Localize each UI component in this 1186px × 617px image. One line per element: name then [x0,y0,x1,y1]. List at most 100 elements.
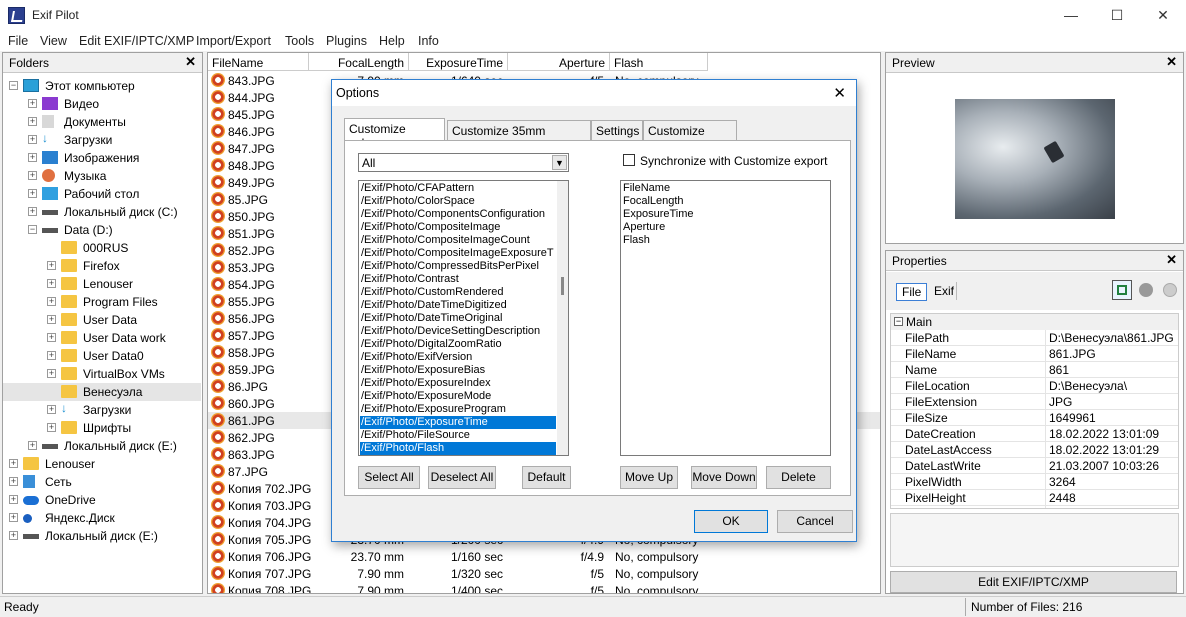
tree-item[interactable]: + User Data work [3,329,201,347]
column-header-aperture[interactable]: Aperture [508,53,610,71]
file-row[interactable]: Копия 707.JPG 7.90 mm 1/320 sec f/5 No, comp… [208,565,880,582]
available-field-item[interactable]: /Exif/Photo/ExposureProgram [361,403,506,416]
tree-item[interactable]: − Data (D:) [3,221,201,239]
menu-help[interactable]: Help [379,34,405,48]
selected-column-item[interactable]: ExposureTime [623,208,694,221]
tab-file[interactable]: File [896,283,928,301]
list-scrollbar[interactable] [557,181,568,455]
tree-item[interactable]: + Lenouser [3,275,201,293]
tree-item[interactable]: + Локальный диск (E:) [3,437,201,455]
selected-column-item[interactable]: Aperture [623,221,665,234]
menu-file[interactable]: File [8,34,28,48]
tree-item[interactable]: + ↓ Загрузки [3,401,201,419]
tab-customize-35mm[interactable]: Customize 35mm equivalent [447,120,591,152]
selected-columns-list[interactable]: FileName FocalLength ExposureTime Aperture F… [620,180,831,456]
tree-item[interactable]: − Этот компьютер [3,77,201,95]
column-header-filename[interactable]: FileName [208,53,309,71]
expand-icon[interactable]: + [28,153,37,162]
expand-icon[interactable]: + [47,279,56,288]
available-field-item[interactable]: /Exif/Photo/CFAPattern [361,182,474,195]
tree-item[interactable]: + User Data [3,311,201,329]
expand-icon[interactable]: + [28,99,37,108]
tree-item[interactable]: + Firefox [3,257,201,275]
expand-icon[interactable]: + [28,117,37,126]
expand-icon[interactable]: + [9,477,18,486]
scrollbar-thumb[interactable] [561,277,564,295]
column-header-exposuretime[interactable]: ExposureTime [409,53,508,71]
tree-item[interactable]: + Документы [3,113,201,131]
available-field-item[interactable]: /Exif/Photo/ExposureBias [361,364,485,377]
sync-checkbox[interactable] [623,154,635,166]
gray-circle-icon[interactable] [1136,280,1156,300]
column-header-flash[interactable]: Flash [610,53,708,71]
available-field-item[interactable]: /Exif/Photo/ExposureTime [360,416,556,429]
available-field-item[interactable]: /Exif/Photo/CustomRendered [361,286,503,299]
menu-edit-exif[interactable]: Edit EXIF/IPTC/XMP [79,34,194,48]
property-row[interactable]: FileLocation D:\Венесуэла\ [891,378,1178,394]
available-field-item[interactable]: /Exif/Photo/CompressedBitsPerPixel [361,260,539,273]
collapse-icon[interactable]: − [9,81,18,90]
tab-customize-export[interactable]: Customize export [643,120,737,152]
available-field-item[interactable]: /Exif/Photo/FileSource [361,429,470,442]
file-row[interactable]: Копия 706.JPG 23.70 mm 1/160 sec f/4.9 No, c… [208,548,880,565]
expand-icon[interactable]: + [47,333,56,342]
properties-close-icon[interactable]: ✕ [1166,252,1177,268]
collapse-icon[interactable]: − [894,317,903,326]
property-row[interactable]: DateCreation 18.02.2022 13:01:09 [891,426,1178,442]
selected-column-item[interactable]: FocalLength [623,195,684,208]
available-field-item[interactable]: /Exif/Photo/ExifVersion [361,351,472,364]
close-window-button[interactable]: ✕ [1140,0,1186,31]
minimize-button[interactable]: — [1048,0,1094,31]
property-row[interactable]: DateLastWrite 21.03.2007 10:03:26 [891,458,1178,474]
tree-item[interactable]: + Lenouser [3,455,201,473]
property-row[interactable]: PixelWidth 3264 [891,474,1178,490]
dialog-close-icon[interactable]: ✕ [833,84,846,102]
property-row[interactable]: FileSize 1649961 [891,410,1178,426]
available-field-item[interactable]: /Exif/Photo/DateTimeOriginal [361,312,502,325]
property-group-main[interactable]: − Main [891,314,1178,330]
expand-icon[interactable]: + [9,531,18,540]
tree-item[interactable]: 000RUS [3,239,201,257]
available-field-item[interactable]: /Exif/Photo/CompositeImageCount [361,234,530,247]
default-button[interactable]: Default [522,466,571,489]
expand-icon[interactable]: + [28,135,37,144]
property-row[interactable]: FilePath D:\Венесуэла\861.JPG [891,330,1178,346]
grid-view-icon[interactable] [1112,280,1132,300]
expand-icon[interactable]: + [28,171,37,180]
expand-icon[interactable]: + [9,459,18,468]
expand-icon[interactable]: + [47,405,56,414]
available-fields-list[interactable]: /Exif/Photo/CFAPattern/Exif/Photo/ColorS… [358,180,569,456]
expand-icon[interactable]: + [47,315,56,324]
tree-item[interactable]: + Шрифты [3,419,201,437]
tree-item[interactable]: + Музыка [3,167,201,185]
expand-icon[interactable]: + [9,495,18,504]
tree-item[interactable]: + Локальный диск (E:) [3,527,201,545]
tab-settings[interactable]: Settings [591,120,643,140]
filter-dropdown[interactable]: All ▼ [358,153,569,172]
tree-item[interactable]: + OneDrive [3,491,201,509]
menu-view[interactable]: View [40,34,67,48]
tree-item[interactable]: + Яндекс.Диск [3,509,201,527]
move-up-button[interactable]: Move Up [620,466,678,489]
expand-icon[interactable]: + [28,189,37,198]
tab-exif[interactable]: Exif [934,284,954,298]
expand-icon[interactable]: + [28,207,37,216]
select-all-button[interactable]: Select All [358,466,420,489]
expand-icon[interactable]: + [47,261,56,270]
menu-import-export[interactable]: Import/Export [196,34,271,48]
cancel-button[interactable]: Cancel [777,510,853,533]
available-field-item[interactable]: /Exif/Photo/DeviceSettingDescription [361,325,540,338]
preview-close-icon[interactable]: ✕ [1166,54,1177,70]
available-field-item[interactable]: /Exif/Photo/ComponentsConfiguration [361,208,545,221]
edit-exif-button[interactable]: Edit EXIF/IPTC/XMP [890,571,1177,593]
property-row[interactable]: FileName 861.JPG [891,346,1178,362]
tree-item[interactable]: + VirtualBox VMs [3,365,201,383]
selected-column-item[interactable]: Flash [623,234,650,247]
tab-customize-columns[interactable]: Customize columns [344,118,445,150]
expand-icon[interactable]: + [47,297,56,306]
available-field-item[interactable]: /Exif/Photo/DateTimeDigitized [361,299,507,312]
tree-item[interactable]: + Локальный диск (C:) [3,203,201,221]
tree-item[interactable]: + Program Files [3,293,201,311]
menu-info[interactable]: Info [418,34,439,48]
folders-close-icon[interactable]: ✕ [185,54,196,70]
